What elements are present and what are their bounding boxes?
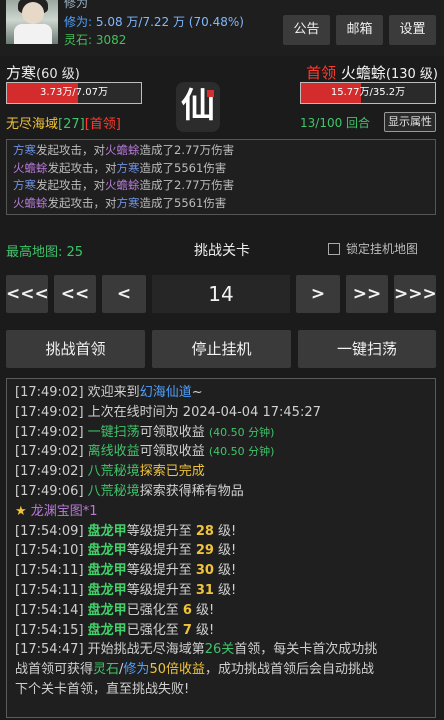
boss-tag: 首领 — [306, 64, 337, 82]
log-row: ★ 龙渊宝图*1 — [15, 503, 98, 519]
log-row: [17:49:02] 一键扫荡可领取收益 (40.50 分钟) — [15, 424, 275, 440]
stop-idle-button[interactable]: 停止挂机 — [152, 330, 291, 368]
lock-map-label: 锁定挂机地图 — [346, 242, 419, 256]
prev-ten-stages-button[interactable]: << — [54, 275, 96, 313]
mailbox-button[interactable]: 邮箱 — [336, 15, 383, 45]
current-stage-number: 14 — [152, 275, 290, 313]
last-stage-button[interactable]: >>> — [394, 275, 437, 313]
show-attributes-button[interactable]: 显示属性 — [384, 112, 436, 132]
log-row: 下个关卡首领，直至挑战失败! — [15, 681, 190, 697]
first-stage-button[interactable]: <<< — [6, 275, 49, 313]
player-name: 方寒(60 级) — [6, 64, 80, 82]
combat-log-line: 火蟾蜍发起攻击，对方寒造成了5561伤害 — [13, 195, 227, 210]
settings-button[interactable]: 设置 — [389, 15, 436, 45]
cultivation-stat: 修为: 5.08 万/7.22 万 (70.48%) — [64, 13, 244, 30]
system-log[interactable]: [17:49:02] 欢迎来到幻海仙道~ [17:49:02] 上次在线时间为 2… — [6, 378, 436, 718]
log-row: 战首领可获得灵石/修为50倍收益，成功挑战首领后会自动挑战 — [15, 662, 374, 678]
spirit-stone-label: 灵石: — [64, 33, 93, 47]
log-row: [17:49:02] 欢迎来到幻海仙道~ — [15, 385, 203, 400]
player-level: (60 级) — [36, 67, 80, 82]
prev-stage-button[interactable]: < — [102, 275, 146, 313]
enemy-level: (130 级) — [385, 67, 438, 82]
top-header: 修为 修为: 5.08 万/7.22 万 (70.48%) 灵石: 3082 公… — [0, 0, 444, 56]
log-row: [17:54:47] 开始挑战无尽海域第26关首领，每关卡首次成功挑 — [15, 642, 378, 658]
enemy-name: 首领 火蟾蜍(130 级) — [306, 64, 438, 82]
clipped-top-line: 修为 — [64, 0, 89, 10]
enemy-hp-text: 15.77万/35.2万 — [330, 87, 406, 98]
player-hp-text: 3.73万/7.07万 — [40, 87, 108, 98]
enemy-hp-bar: 15.77万/35.2万 — [300, 82, 436, 104]
log-row: [17:54:15] 盘龙甲已强化至 7 级! — [15, 622, 215, 638]
checkbox-icon[interactable] — [328, 243, 340, 255]
cultivation-label: 修为: — [64, 15, 93, 29]
combat-log: 方寒发起攻击，对火蟾蜍造成了2.77万伤害 火蟾蜍发起攻击，对方寒造成了5561伤… — [6, 139, 436, 215]
spirit-stone-value: 3082 — [95, 33, 127, 47]
region-label: 无尽海域[27][首领] — [6, 117, 121, 132]
combat-log-line: 火蟾蜍发起攻击，对方寒造成了5561伤害 — [13, 160, 227, 175]
next-ten-stages-button[interactable]: >> — [346, 275, 388, 313]
log-row: [17:49:02] 上次在线时间为 2024-04-04 17:45:27 — [15, 404, 321, 420]
xian-emblem-icon: 仙 — [176, 82, 220, 132]
challenge-boss-button[interactable]: 挑战首领 — [6, 330, 145, 368]
quick-sweep-button[interactable]: 一键扫荡 — [298, 330, 436, 368]
round-counter: 13/100 回合 — [300, 116, 371, 130]
log-row: [17:54:10] 盘龙甲等级提升至 29 级! — [15, 543, 237, 559]
log-row: [17:49:06] 八荒秘境探索获得稀有物品 — [15, 483, 244, 499]
log-row: [17:54:14] 盘龙甲已强化至 6 级! — [15, 602, 215, 618]
log-row: [17:54:09] 盘龙甲等级提升至 28 级! — [15, 523, 237, 539]
log-row: [17:49:02] 八荒秘境探索已完成 — [15, 464, 205, 480]
cultivation-value: 5.08 万/7.22 万 (70.48%) — [95, 15, 244, 29]
combat-log-line: 方寒发起攻击，对火蟾蜍造成了2.77万伤害 — [13, 143, 235, 157]
log-row: [17:54:11] 盘龙甲等级提升至 31 级! — [15, 582, 237, 598]
announcement-button[interactable]: 公告 — [283, 15, 330, 45]
next-stage-button[interactable]: > — [296, 275, 340, 313]
avatar[interactable] — [6, 0, 58, 44]
log-row: [17:49:02] 离线收益可领取收益 (40.50 分钟) — [15, 444, 275, 460]
combat-log-line: 方寒发起攻击，对火蟾蜍造成了2.77万伤害 — [13, 178, 235, 192]
log-row: [17:54:11] 盘龙甲等级提升至 30 级! — [15, 563, 237, 579]
spirit-stone-stat: 灵石: 3082 — [64, 31, 126, 48]
lock-map-checkbox[interactable]: 锁定挂机地图 — [328, 240, 418, 257]
player-hp-bar: 3.73万/7.07万 — [6, 82, 142, 104]
